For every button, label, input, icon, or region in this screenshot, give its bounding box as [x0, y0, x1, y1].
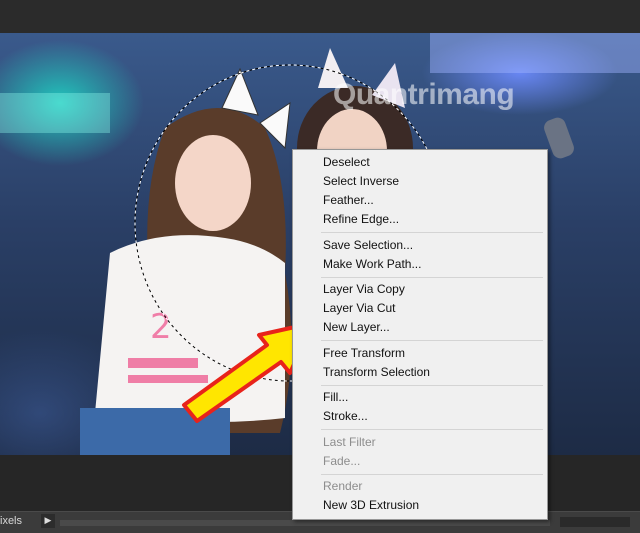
- menu-separator: [321, 340, 543, 341]
- menu-separator: [321, 474, 543, 475]
- menu-item-transform-selection[interactable]: Transform Selection: [323, 363, 430, 382]
- menu-separator: [321, 385, 543, 386]
- status-menu-arrow-icon[interactable]: ▶: [41, 514, 55, 528]
- horizontal-scrollbar[interactable]: [60, 520, 550, 526]
- menu-item-layer-via-copy[interactable]: Layer Via Copy: [323, 280, 405, 299]
- stage-light: [430, 33, 640, 73]
- menu-separator: [321, 277, 543, 278]
- menu-separator: [321, 429, 543, 430]
- cat-ear: [221, 67, 259, 116]
- menu-separator: [321, 232, 543, 233]
- menu-item-feather[interactable]: Feather...: [323, 191, 374, 210]
- menu-item-new-layer[interactable]: New Layer...: [323, 318, 390, 337]
- menu-item-last-filter: Last Filter: [323, 435, 376, 449]
- watermark-text: Quantrimang: [333, 78, 515, 111]
- menu-item-fade: Fade...: [323, 454, 361, 468]
- menu-item-render: Render: [323, 479, 363, 493]
- menu-item-save-selection[interactable]: Save Selection...: [323, 236, 413, 255]
- scrollbar-thumb[interactable]: [560, 517, 630, 527]
- title-bar-area: [0, 0, 640, 33]
- status-units: ixels: [0, 515, 23, 527]
- shirt-print: [128, 375, 208, 383]
- menu-item-new-3d-extrusion[interactable]: New 3D Extrusion: [323, 496, 419, 515]
- menu-item-fill[interactable]: Fill...: [323, 388, 348, 407]
- t-shirt: [95, 235, 285, 422]
- shirt-print: 2: [150, 307, 172, 347]
- menu-item-deselect[interactable]: Deselect: [323, 153, 370, 172]
- menu-item-stroke[interactable]: Stroke...: [323, 407, 368, 426]
- context-menu: Deselect Select Inverse Feather... Refin…: [292, 149, 548, 520]
- shirt-print: [128, 358, 198, 368]
- menu-item-select-inverse[interactable]: Select Inverse: [323, 172, 399, 191]
- menu-item-refine-edge[interactable]: Refine Edge...: [323, 210, 399, 229]
- menu-item-make-work-path[interactable]: Make Work Path...: [323, 255, 421, 274]
- person-face: [175, 135, 251, 231]
- menu-item-layer-via-cut[interactable]: Layer Via Cut: [323, 299, 396, 318]
- menu-item-free-transform[interactable]: Free Transform: [323, 344, 405, 363]
- stage-light: [0, 93, 110, 133]
